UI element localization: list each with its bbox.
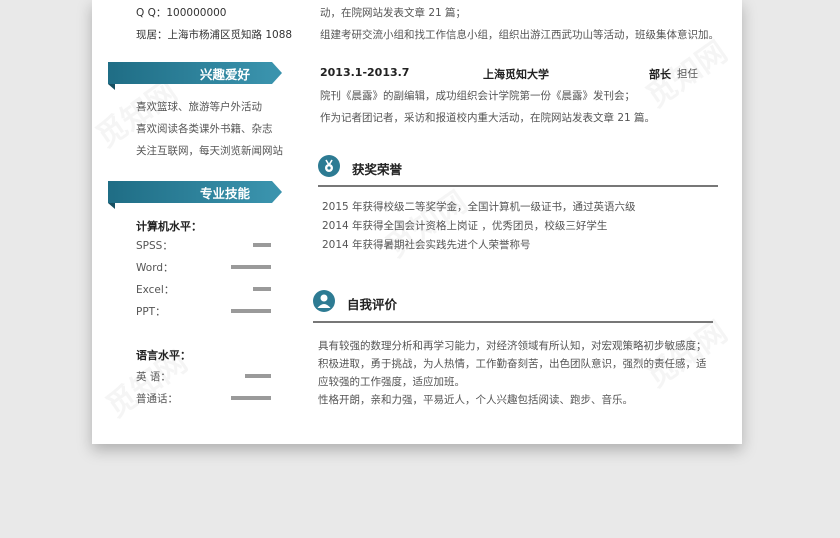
language-bar [231, 396, 271, 400]
ribbon-fold [108, 203, 115, 209]
qq-text: Q Q：100000000 [136, 7, 227, 19]
award-item: 2015 年获得校级二等奖学金，全国计算机一级证书，通过英语六级 [322, 201, 636, 213]
ribbon-fold [108, 84, 115, 90]
hobbies-title: 兴趣爱好 [199, 66, 250, 82]
experience-line: 作为记者团记者，采访和报道校内重大活动，在院网站发表文章 21 篇。 [320, 112, 656, 124]
awards-title: 获奖荣誉 [352, 162, 403, 177]
skill-name: Word： [136, 262, 174, 274]
self-eval-line: 性格开朗，亲和力强，平易近人，个人兴趣包括阅读、跑步、音乐。 [318, 394, 633, 406]
person-icon [313, 290, 335, 312]
experience-position: 担任 [677, 68, 698, 80]
experience-org: 上海觅知大学 [483, 68, 549, 81]
experience-line: 组建考研交流小组和找工作信息小组，组织出游江西武功山等活动，班级集体意识加。 [320, 29, 719, 41]
language-name: 普通话： [136, 393, 178, 405]
skill-bar [231, 265, 271, 269]
section-divider [313, 321, 713, 323]
self-eval-title: 自我评价 [347, 297, 398, 312]
experience-date: 2013.1-2013.7 [320, 66, 410, 79]
skill-bar [231, 309, 271, 313]
address-text: 现居：上海市杨浦区觅知路 1088 [136, 29, 293, 41]
language-bar [245, 374, 271, 378]
hobby-item: 关注互联网，每天浏览新闻网站 [136, 145, 283, 157]
experience-line: 动，在院网站发表文章 21 篇； [320, 7, 467, 19]
skill-name: PPT： [136, 306, 166, 318]
skill-bar [253, 243, 271, 247]
self-eval-line: 应较强的工作强度，适应加班。 [318, 376, 465, 388]
hobby-item: 喜欢阅读各类课外书籍、杂志 [136, 123, 273, 135]
skill-bar [253, 287, 271, 291]
hobby-item: 喜欢篮球、旅游等户外活动 [136, 101, 262, 113]
medal-icon [318, 155, 340, 177]
skills-title: 专业技能 [199, 185, 250, 201]
computer-level-title: 计算机水平： [136, 220, 202, 233]
award-item: 2014 年获得全国会计资格上岗证 ，优秀团员，校级三好学生 [322, 220, 608, 232]
skill-name: SPSS： [136, 240, 173, 252]
self-eval-line: 积极进取，勇于挑战，为人热情，工作勤奋刻苦，出色团队意识，强烈的责任感，适 [318, 358, 707, 370]
self-eval-line: 具有较强的数理分析和再学习能力，对经济领域有所认知，对宏观策略初步敏感度； [318, 340, 707, 352]
experience-role: 部长 [649, 68, 671, 81]
award-item: 2014 年获得暑期社会实践先进个人荣誉称号 [322, 239, 531, 251]
section-divider [318, 185, 718, 187]
skills-ribbon: 专业技能 [108, 181, 282, 203]
language-level-title: 语言水平： [136, 349, 191, 362]
experience-line: 院刊《晨露》的副编辑，成功组织会计学院第一份《晨露》发刊会； [320, 90, 635, 102]
language-name: 英 语： [136, 371, 171, 383]
hobbies-ribbon: 兴趣爱好 [108, 62, 282, 84]
skill-name: Excel： [136, 284, 175, 296]
